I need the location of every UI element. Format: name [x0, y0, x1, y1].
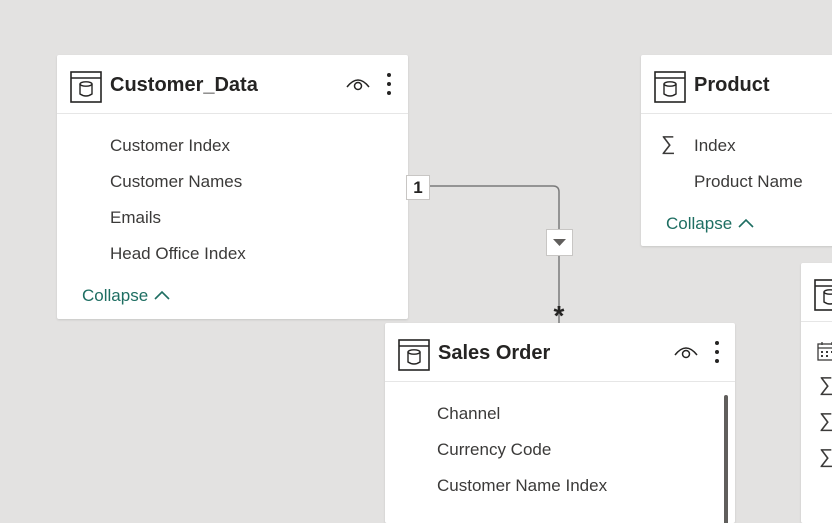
card-header[interactable]: Customer_Data — [57, 55, 408, 114]
more-options-icon[interactable] — [385, 71, 393, 97]
chevron-up-icon — [738, 218, 754, 228]
table-card-sales-order[interactable]: Sales Order Channel Currency Code Custom… — [385, 323, 735, 523]
many-marker: * — [553, 300, 565, 331]
collapse-button[interactable]: Collapse — [82, 286, 170, 306]
eye-icon[interactable] — [674, 343, 698, 361]
calendar-icon — [817, 342, 832, 361]
field-head-office-index[interactable]: Head Office Index — [110, 244, 246, 264]
filter-direction-icon[interactable] — [546, 229, 573, 256]
table-icon — [814, 279, 832, 311]
card-header[interactable] — [801, 263, 832, 322]
collapse-label: Collapse — [666, 214, 733, 233]
table-card-partial[interactable]: ∑ ∑ ∑ — [801, 263, 832, 523]
more-options-icon[interactable] — [713, 339, 721, 365]
collapse-label: Collapse — [82, 286, 149, 305]
collapse-button[interactable]: Collapse — [666, 214, 754, 234]
eye-icon[interactable] — [346, 75, 370, 93]
field-product-name[interactable]: Product Name — [694, 172, 803, 192]
table-card-product[interactable]: Product ∑ Index Product Name Collapse — [641, 55, 832, 246]
scrollbar[interactable] — [724, 395, 728, 523]
sigma-icon: ∑ — [819, 446, 832, 468]
card-header[interactable]: Sales Order — [385, 323, 735, 382]
table-icon — [654, 71, 686, 103]
table-icon — [398, 339, 430, 371]
field-currency-code[interactable]: Currency Code — [437, 440, 551, 460]
table-icon — [70, 71, 102, 103]
field-channel[interactable]: Channel — [437, 404, 500, 424]
card-header[interactable]: Product — [641, 55, 832, 114]
sigma-icon: ∑ — [819, 410, 832, 432]
arrow-down-icon — [553, 239, 566, 246]
table-title: Sales Order — [438, 342, 551, 364]
field-emails[interactable]: Emails — [110, 208, 161, 228]
field-customer-names[interactable]: Customer Names — [110, 172, 242, 192]
sigma-icon: ∑ — [819, 374, 832, 396]
chevron-up-icon — [154, 290, 170, 300]
sigma-icon: ∑ — [661, 133, 676, 155]
table-card-customer-data[interactable]: Customer_Data Customer Index Customer Na… — [57, 55, 408, 319]
table-title: Customer_Data — [110, 74, 258, 96]
field-customer-index[interactable]: Customer Index — [110, 136, 230, 156]
cardinality-one-label: 1 — [406, 175, 430, 200]
cardinality-many-label: * — [549, 301, 569, 331]
field-index[interactable]: Index — [694, 136, 736, 156]
field-customer-name-index[interactable]: Customer Name Index — [437, 476, 607, 496]
table-title: Product — [694, 74, 770, 96]
